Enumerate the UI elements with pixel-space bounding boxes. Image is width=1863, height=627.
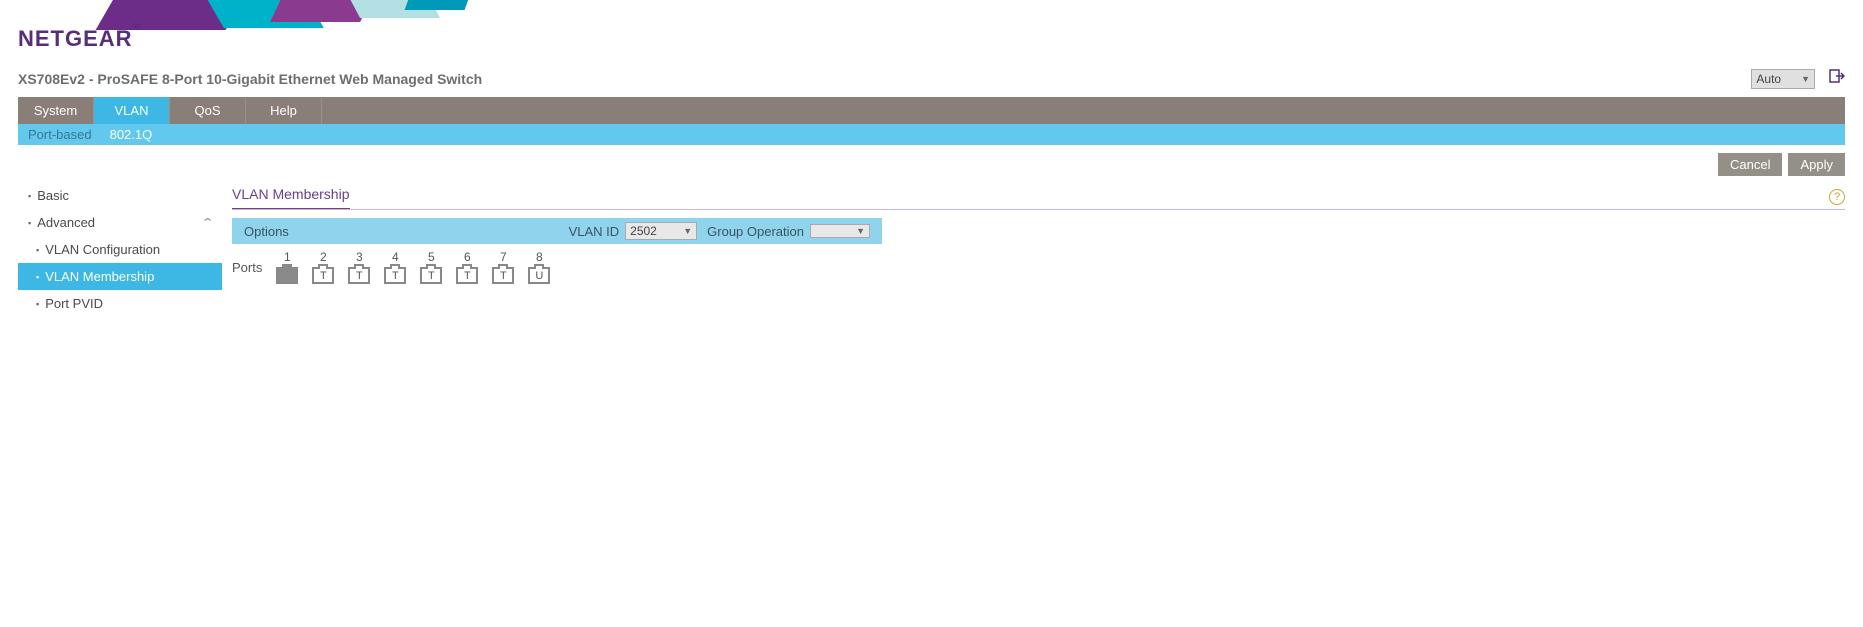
section-title: VLAN Membership bbox=[232, 182, 350, 210]
port-number: 8 bbox=[536, 250, 543, 264]
port-2-toggle[interactable]: T bbox=[312, 267, 334, 284]
port-number: 6 bbox=[464, 250, 471, 264]
options-label: Options bbox=[244, 224, 569, 239]
header-decoration bbox=[0, 0, 1863, 32]
chevron-down-icon: ▼ bbox=[683, 226, 692, 236]
port-tag: T bbox=[464, 270, 471, 282]
port-7-toggle[interactable]: T bbox=[492, 267, 514, 284]
port-number: 7 bbox=[500, 250, 507, 264]
page-title: XS708Ev2 - ProSAFE 8-Port 10-Gigabit Eth… bbox=[18, 71, 1751, 87]
port-tag: T bbox=[392, 270, 399, 282]
vlan-id-value: 2502 bbox=[630, 224, 683, 238]
sub-tabs: Port-based 802.1Q bbox=[18, 124, 1845, 145]
port-number: 3 bbox=[356, 250, 363, 264]
port-8-toggle[interactable]: U bbox=[528, 267, 550, 284]
group-operation-select[interactable]: ▼ bbox=[810, 224, 870, 238]
main-tabs: System VLAN QoS Help bbox=[18, 97, 1845, 124]
tab-system[interactable]: System bbox=[18, 97, 94, 124]
sidebar-item-label: VLAN Configuration bbox=[45, 242, 160, 257]
sidebar-item-advanced[interactable]: ▪Advanced bbox=[18, 209, 222, 236]
sidebar-item-basic[interactable]: ▪Basic bbox=[18, 182, 222, 209]
sidebar-item-vlan-configuration[interactable]: ▪VLAN Configuration bbox=[18, 236, 222, 263]
help-icon[interactable]: ? bbox=[1829, 189, 1845, 205]
port-3-toggle[interactable]: T bbox=[348, 267, 370, 284]
tab-help[interactable]: Help bbox=[246, 97, 322, 124]
subtab-port-based[interactable]: Port-based bbox=[28, 127, 92, 142]
sidebar: ▪Basic ▪Advanced ▪VLAN Configuration ▪VL… bbox=[18, 182, 222, 317]
sidebar-item-label: Advanced bbox=[37, 215, 95, 230]
chevron-down-icon: ▼ bbox=[856, 226, 865, 236]
port-number: 1 bbox=[284, 250, 291, 264]
sidebar-item-vlan-membership[interactable]: ▪VLAN Membership bbox=[18, 263, 222, 290]
port-1-toggle[interactable] bbox=[276, 267, 298, 284]
port-6-toggle[interactable]: T bbox=[456, 267, 478, 284]
port-tag: T bbox=[320, 270, 327, 282]
brand-logo: NETGEAR® bbox=[18, 26, 142, 51]
port-4-toggle[interactable]: T bbox=[384, 267, 406, 284]
port-number: 5 bbox=[428, 250, 435, 264]
language-select[interactable]: Auto ▼ bbox=[1751, 69, 1815, 89]
port-tag: U bbox=[535, 270, 543, 282]
sidebar-item-label: VLAN Membership bbox=[45, 269, 154, 284]
apply-button[interactable]: Apply bbox=[1788, 153, 1845, 176]
logout-icon[interactable] bbox=[1829, 68, 1845, 89]
subtab-8021q[interactable]: 802.1Q bbox=[110, 127, 153, 142]
port-tag: T bbox=[500, 270, 507, 282]
port-number: 2 bbox=[320, 250, 327, 264]
chevron-down-icon: ▼ bbox=[1801, 74, 1810, 84]
tab-qos[interactable]: QoS bbox=[170, 97, 246, 124]
port-tag: T bbox=[428, 270, 435, 282]
port-5-toggle[interactable]: T bbox=[420, 267, 442, 284]
port-tag: T bbox=[356, 270, 363, 282]
options-bar: Options VLAN ID 2502 ▼ Group Operation ▼ bbox=[232, 218, 882, 244]
language-select-value: Auto bbox=[1756, 72, 1781, 86]
sidebar-item-label: Basic bbox=[37, 188, 69, 203]
sidebar-item-label: Port PVID bbox=[45, 296, 103, 311]
group-operation-label: Group Operation bbox=[707, 224, 804, 239]
ports-label: Ports bbox=[232, 250, 262, 275]
tab-vlan[interactable]: VLAN bbox=[94, 97, 170, 124]
vlan-id-label: VLAN ID bbox=[569, 224, 620, 239]
ports-grid: 1 2 T 3 T 4 T 5 T 6 T 7 T 8 U bbox=[276, 250, 550, 284]
cancel-button[interactable]: Cancel bbox=[1718, 153, 1782, 176]
logo-row: NETGEAR® bbox=[0, 32, 1863, 68]
vlan-id-select[interactable]: 2502 ▼ bbox=[625, 222, 697, 240]
port-number: 4 bbox=[392, 250, 399, 264]
sidebar-item-port-pvid[interactable]: ▪Port PVID bbox=[18, 290, 222, 317]
